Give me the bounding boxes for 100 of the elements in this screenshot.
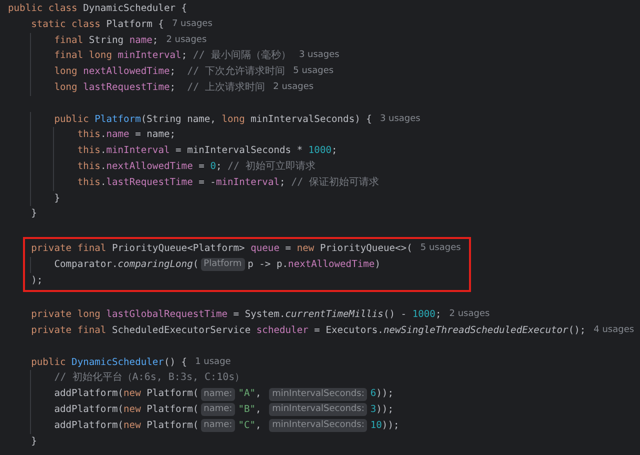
usage-count: 5 usages xyxy=(420,242,461,255)
code-text: )); xyxy=(382,418,400,433)
number-literal: 0 xyxy=(210,160,216,174)
code-text: addPlatform( xyxy=(54,402,124,417)
code-text: ; xyxy=(280,176,286,190)
code-text: (String name, xyxy=(140,112,217,127)
code-text: (); xyxy=(568,324,586,338)
code-text: . xyxy=(100,144,106,158)
number-literal: 10 xyxy=(370,418,382,433)
field-name: nextAllowedTime xyxy=(288,258,375,272)
code-text: = xyxy=(198,160,206,174)
code-comment: // 上次请求时间 xyxy=(187,80,266,95)
code-text: ; xyxy=(170,65,177,80)
code-text: ( xyxy=(192,258,199,272)
code-text: addPlatform( xyxy=(54,387,124,402)
code-keyword: new xyxy=(124,402,142,417)
usage-count: 2 usages xyxy=(273,80,314,94)
code-text: } xyxy=(31,434,37,449)
code-keyword: final long xyxy=(54,49,113,64)
usage-count: 3 usages xyxy=(298,49,340,62)
method-call: newSingleThreadScheduledExecutor xyxy=(383,324,568,338)
code-text: Platform( xyxy=(146,387,199,402)
field-name: lastRequestTime xyxy=(83,80,170,95)
code-keyword: new xyxy=(124,418,142,433)
code-text: = System. xyxy=(232,308,286,322)
parameter-hint: name: xyxy=(200,403,236,416)
usage-count: 2 usages xyxy=(449,308,490,322)
code-keyword: new xyxy=(296,242,316,256)
code-text: } xyxy=(31,207,37,222)
code-text: ) xyxy=(374,258,380,272)
parameter-hint: minIntervalSeconds: xyxy=(269,419,368,432)
usage-count: 2 usages xyxy=(166,34,207,47)
code-text: p -> p. xyxy=(248,258,288,272)
code-text: () - xyxy=(383,308,408,322)
code-text: ; xyxy=(152,34,158,48)
code-keyword: public xyxy=(31,356,67,370)
code-text: = Executors. xyxy=(313,324,384,338)
code-comment: // 最小间隔（毫秒） xyxy=(192,48,291,64)
code-keyword: new xyxy=(124,387,142,402)
code-text: DynamicScheduler { xyxy=(83,2,188,16)
field-name: lastGlobalRequestTime xyxy=(106,308,228,322)
code-text: minIntervalSeconds) { xyxy=(250,112,372,127)
code-keyword: this xyxy=(77,128,100,142)
code-keyword: this xyxy=(77,144,100,158)
code-text: ; xyxy=(216,160,223,174)
method-call: comparingLong xyxy=(118,258,193,272)
code-text: Comparator. xyxy=(54,258,118,272)
field-name: queue xyxy=(250,242,280,256)
code-text: ; xyxy=(181,49,188,64)
code-keyword: final xyxy=(54,34,84,48)
method-name: DynamicScheduler xyxy=(72,356,164,370)
number-literal: 3 xyxy=(370,402,376,417)
code-text: ; xyxy=(332,144,338,158)
string-literal: "B" xyxy=(238,402,256,417)
code-text: = xyxy=(284,242,292,256)
code-comment: // 初始化平台（A:6s, B:3s, C:10s） xyxy=(54,370,245,386)
field-name: minInterval xyxy=(118,49,182,64)
field-name: nextAllowedTime xyxy=(83,65,170,80)
code-keyword: public xyxy=(54,112,90,127)
field-name: minInterval xyxy=(106,144,170,158)
code-keyword: long xyxy=(222,112,246,127)
code-text: , xyxy=(256,418,262,433)
code-text: String xyxy=(88,34,125,48)
code-text: () { xyxy=(164,356,188,370)
code-text: = name; xyxy=(134,128,176,142)
code-text: . xyxy=(100,160,106,174)
code-text: PriorityQueue<Platform> xyxy=(112,242,246,256)
field-name: lastRequestTime xyxy=(106,176,193,190)
code-keyword: static class xyxy=(31,18,102,32)
code-keyword: private final xyxy=(31,324,108,338)
parameter-hint: minIntervalSeconds: xyxy=(269,388,368,401)
string-literal: "A" xyxy=(238,387,256,402)
string-literal: "C" xyxy=(238,418,256,433)
field-name: nextAllowedTime xyxy=(106,160,193,174)
code-keyword: this xyxy=(77,176,100,190)
code-keyword: private long xyxy=(31,308,102,322)
number-literal: 1000 xyxy=(412,308,436,322)
code-text: Platform( xyxy=(146,418,199,433)
code-text: ; xyxy=(170,80,177,95)
code-keyword: long xyxy=(54,80,78,95)
field-name: minInterval xyxy=(216,176,280,190)
code-comment: // 初始可立即请求 xyxy=(228,160,316,174)
code-text: ); xyxy=(31,274,43,288)
code-text: , xyxy=(256,402,262,417)
code-text: , xyxy=(256,387,262,402)
field-name: scheduler xyxy=(256,324,308,338)
parameter-hint: name: xyxy=(200,419,236,432)
code-keyword: private final xyxy=(31,242,108,256)
code-text: = - xyxy=(198,176,216,190)
code-text: . xyxy=(100,176,106,190)
code-keyword: long xyxy=(54,65,78,80)
usage-count: 5 usages xyxy=(293,65,334,78)
parameter-hint: minIntervalSeconds: xyxy=(269,403,368,416)
code-text: . xyxy=(100,128,106,142)
code-keyword: public class xyxy=(8,2,78,16)
usage-count: 3 usages xyxy=(380,112,420,126)
code-text: PriorityQueue<>( xyxy=(320,242,412,256)
code-text: Platform( xyxy=(146,402,199,417)
parameter-hint: name: xyxy=(200,388,236,401)
usage-count: 4 usages xyxy=(594,324,634,337)
